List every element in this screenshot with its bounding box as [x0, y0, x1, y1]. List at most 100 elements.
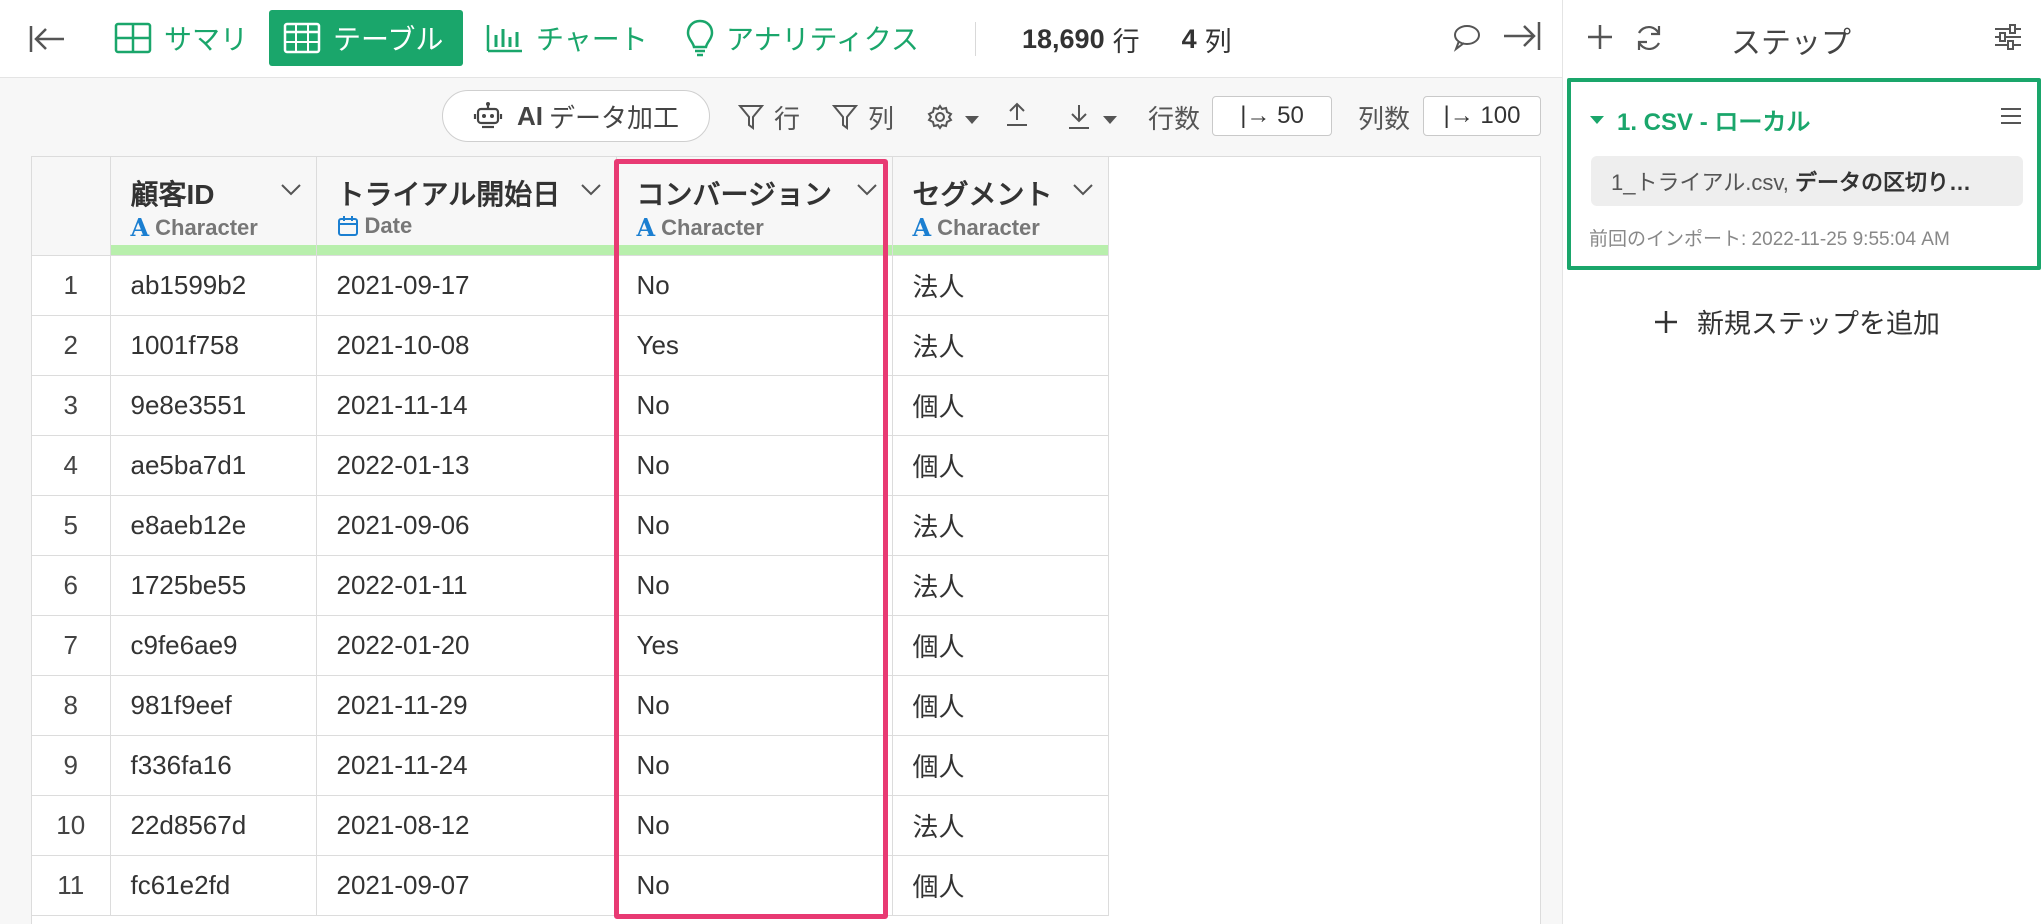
table-cell[interactable]: 2021-11-29	[316, 675, 617, 736]
row-filter-button[interactable]: 行	[738, 98, 800, 136]
download-dropdown[interactable]	[1066, 98, 1118, 136]
table-cell[interactable]: No	[616, 795, 893, 856]
row-number: 6	[32, 555, 111, 616]
table-cell[interactable]: e8aeb12e	[110, 495, 317, 556]
upload-button[interactable]	[1004, 98, 1030, 136]
table-cell[interactable]: 個人	[892, 615, 1109, 676]
table-row: 1 ab1599b2 2021-09-17 No 法人	[32, 255, 1109, 316]
table-cell[interactable]: 個人	[892, 375, 1109, 436]
table-cell[interactable]: Yes	[616, 315, 893, 376]
upload-icon	[1004, 100, 1030, 135]
table-cell[interactable]: ae5ba7d1	[110, 435, 317, 496]
row-limit-input[interactable]: |→ 50	[1212, 96, 1332, 136]
plus-icon	[1653, 309, 1679, 335]
table-cell[interactable]: 法人	[892, 255, 1109, 316]
table-cell[interactable]: 2021-09-07	[316, 855, 617, 916]
tab-analytics[interactable]: アナリティクス	[672, 10, 933, 66]
column-header[interactable]: トライアル開始日 Date	[316, 157, 617, 256]
plus-icon[interactable]	[1585, 22, 1615, 57]
tab-table[interactable]: テーブル	[269, 10, 463, 66]
step-card[interactable]: 1. CSV - ローカル 1_トライアル.csv, データの区切り… 前回のイ…	[1567, 78, 2041, 270]
table-cell[interactable]: 個人	[892, 855, 1109, 916]
chevron-down-icon[interactable]	[856, 183, 878, 202]
table-row: 10 22d8567d 2021-08-12 No 法人	[32, 795, 1109, 856]
table-cell[interactable]: No	[616, 855, 893, 916]
data-table: 顧客ID A Character トライアル開始日 Date コンバージョン A…	[32, 157, 1109, 916]
table-cell[interactable]: 981f9eef	[110, 675, 317, 736]
chevron-down-icon[interactable]	[580, 183, 602, 202]
row-number: 9	[32, 735, 111, 796]
data-quality-bar	[316, 244, 616, 255]
table-cell[interactable]: ab1599b2	[110, 255, 317, 316]
caret-down-icon[interactable]	[1589, 114, 1605, 126]
table-cell[interactable]: No	[616, 435, 893, 496]
data-table-container: 顧客ID A Character トライアル開始日 Date コンバージョン A…	[31, 156, 1541, 924]
character-type-icon: A	[636, 213, 656, 242]
table-cell[interactable]: No	[616, 675, 893, 736]
chevron-down-icon[interactable]	[1072, 183, 1094, 202]
table-cell[interactable]: 個人	[892, 435, 1109, 496]
table-cell[interactable]: 個人	[892, 675, 1109, 736]
table-cell[interactable]: 1001f758	[110, 315, 317, 376]
table-cell[interactable]: f336fa16	[110, 735, 317, 796]
table-cell[interactable]: No	[616, 735, 893, 796]
column-type-label: Date	[364, 213, 413, 238]
collapse-left-icon[interactable]	[28, 22, 70, 56]
collapse-right-icon[interactable]	[1502, 20, 1542, 57]
column-type-label: Character	[661, 214, 764, 240]
table-cell[interactable]: 2021-08-12	[316, 795, 617, 856]
data-grid-area: 顧客ID A Character トライアル開始日 Date コンバージョン A…	[0, 156, 1562, 924]
column-count-label: 列数	[1358, 103, 1411, 134]
row-number: 10	[32, 795, 111, 856]
hamburger-menu-icon[interactable]	[1999, 106, 2023, 131]
tab-chart[interactable]: チャート	[472, 10, 662, 66]
column-type: Date	[337, 213, 413, 239]
table-cell[interactable]: 22d8567d	[110, 795, 317, 856]
table-row: 11 fc61e2fd 2021-09-07 No 個人	[32, 855, 1109, 916]
column-header[interactable]: セグメント A Character	[892, 157, 1109, 256]
table-cell[interactable]: Yes	[616, 615, 893, 676]
table-cell[interactable]: No	[616, 495, 893, 556]
sliders-icon[interactable]	[1993, 22, 2023, 57]
column-header[interactable]: 顧客ID A Character	[110, 157, 317, 256]
table-cell[interactable]: No	[616, 255, 893, 316]
table-cell[interactable]: 法人	[892, 495, 1109, 556]
data-size-info: 18,690 行 4 列	[1022, 20, 1274, 58]
table-cell[interactable]: c9fe6ae9	[110, 615, 317, 676]
chevron-down-icon[interactable]	[280, 183, 302, 202]
ai-data-wrangling-button[interactable]: AI データ加工	[442, 90, 710, 142]
table-cell[interactable]: 個人	[892, 735, 1109, 796]
row-number: 8	[32, 675, 111, 736]
row-number: 5	[32, 495, 111, 556]
settings-dropdown[interactable]	[926, 98, 980, 136]
row-number: 2	[32, 315, 111, 376]
step-name: 1. CSV - ローカル	[1617, 109, 1811, 136]
refresh-icon[interactable]	[1633, 22, 1665, 59]
table-cell[interactable]: 2021-09-06	[316, 495, 617, 556]
row-filter-label: 行	[774, 103, 801, 134]
table-cell[interactable]: 1725be55	[110, 555, 317, 616]
table-cell[interactable]: 法人	[892, 315, 1109, 376]
table-cell[interactable]: 2021-09-17	[316, 255, 617, 316]
table-cell[interactable]: 法人	[892, 555, 1109, 616]
table-cell[interactable]: 2021-11-14	[316, 375, 617, 436]
table-cell[interactable]: No	[616, 555, 893, 616]
table-cell[interactable]: 2022-01-13	[316, 435, 617, 496]
column-header[interactable]: コンバージョン A Character	[616, 157, 893, 256]
table-row: 2 1001f758 2021-10-08 Yes 法人	[32, 315, 1109, 376]
table-cell[interactable]: No	[616, 375, 893, 436]
comment-icon[interactable]	[1452, 22, 1482, 57]
caret-down-icon	[964, 102, 980, 133]
table-cell[interactable]: 法人	[892, 795, 1109, 856]
add-step-button[interactable]: 新規ステップを追加	[1653, 302, 1940, 341]
column-limit-input[interactable]: |→ 100	[1423, 96, 1541, 136]
tab-summary[interactable]: サマリ	[100, 10, 262, 66]
table-cell[interactable]: 2021-11-24	[316, 735, 617, 796]
table-cell[interactable]: 2021-10-08	[316, 315, 617, 376]
step-last-import: 前回のインポート: 2022-11-25 9:55:04 AM	[1589, 229, 1950, 250]
column-filter-button[interactable]: 列	[832, 98, 894, 136]
table-cell[interactable]: fc61e2fd	[110, 855, 317, 916]
table-cell[interactable]: 2022-01-20	[316, 615, 617, 676]
table-cell[interactable]: 2022-01-11	[316, 555, 617, 616]
table-cell[interactable]: 9e8e3551	[110, 375, 317, 436]
